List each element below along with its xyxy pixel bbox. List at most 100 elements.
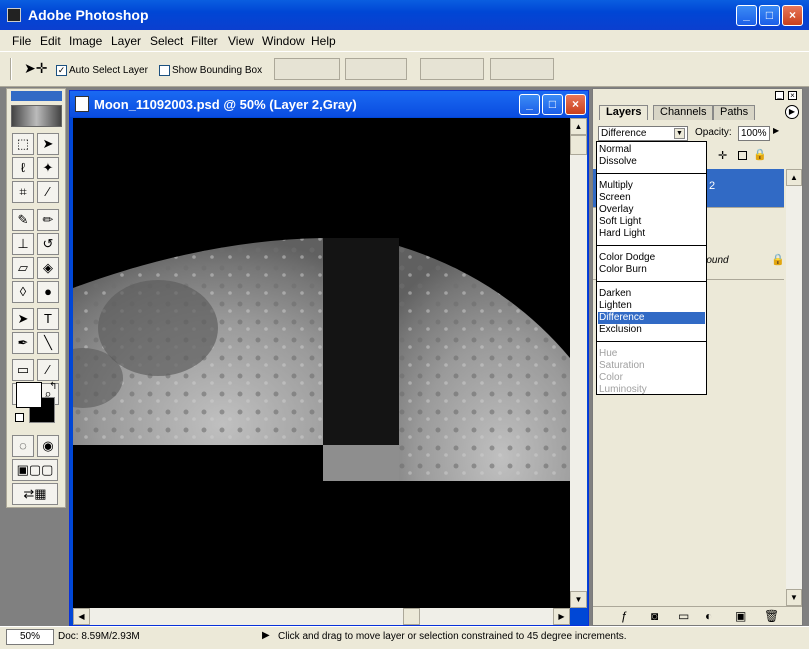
scroll-down-icon[interactable]: ▼: [570, 591, 587, 608]
lock-icon[interactable]: 🔒: [753, 148, 767, 161]
zoom-level-input[interactable]: 50%: [6, 629, 54, 645]
quick-mask-mode-icon[interactable]: ◉: [37, 435, 59, 457]
blend-option-lighten[interactable]: Lighten: [598, 300, 705, 312]
tab-paths[interactable]: Paths: [713, 105, 756, 120]
palette-minimize-icon[interactable]: _: [775, 91, 784, 100]
menu-edit[interactable]: Edit: [40, 34, 61, 48]
paint-bucket-icon[interactable]: ◈: [37, 257, 59, 279]
blend-option-exclusion[interactable]: Exclusion: [598, 324, 705, 336]
blend-option-dissolve[interactable]: Dissolve: [598, 156, 705, 168]
type-tool-icon[interactable]: T: [37, 308, 59, 330]
stamp-tool-icon[interactable]: ⊥: [12, 233, 34, 255]
standard-mode-icon[interactable]: ◌: [12, 435, 34, 457]
new-layer-icon[interactable]: ▣: [735, 609, 746, 623]
blend-option-soft-light[interactable]: Soft Light: [598, 216, 705, 228]
distribute-horizontal-group-icon[interactable]: [490, 58, 554, 80]
show-bounding-box-checkbox[interactable]: [159, 65, 170, 76]
screen-modes-icon[interactable]: ▣▢▢: [12, 459, 58, 481]
swap-colors-icon[interactable]: ↰: [49, 381, 57, 392]
options-grip[interactable]: [10, 58, 12, 80]
opacity-input[interactable]: 100%: [738, 126, 770, 141]
eraser-tool-icon[interactable]: ▱: [12, 257, 34, 279]
tab-layers[interactable]: Layers: [599, 105, 649, 120]
blend-option-normal[interactable]: Normal: [598, 144, 705, 156]
layers-scroll-down-icon[interactable]: ▼: [786, 589, 802, 606]
brush-tool-icon[interactable]: ✏: [37, 209, 59, 231]
adjustment-layer-icon[interactable]: ◐: [705, 609, 712, 623]
photoshop-eye-logo-icon[interactable]: [11, 105, 62, 127]
document-title-bar[interactable]: Moon_11092003.psd @ 50% (Layer 2,Gray) _…: [70, 91, 588, 117]
palette-close-icon[interactable]: ×: [788, 91, 797, 100]
blur-tool-icon[interactable]: ◊: [12, 281, 34, 303]
scroll-right-icon[interactable]: ▶: [553, 608, 570, 625]
marquee-tool-icon[interactable]: ⬚: [12, 133, 34, 155]
notes-tool-icon[interactable]: ▭: [12, 359, 34, 381]
image-canvas[interactable]: [73, 118, 570, 608]
chevron-down-icon[interactable]: ▼: [674, 128, 685, 139]
horizontal-scroll-thumb[interactable]: [403, 608, 420, 625]
align-top-group-icon[interactable]: [274, 58, 340, 80]
new-set-icon[interactable]: ▭: [678, 609, 689, 623]
menu-window[interactable]: Window: [262, 34, 305, 48]
doc-minimize-button[interactable]: _: [519, 94, 540, 115]
horizontal-scrollbar[interactable]: ◀ ▶: [73, 608, 570, 625]
slice-tool-icon[interactable]: ⁄: [37, 181, 59, 203]
menu-select[interactable]: Select: [150, 34, 183, 48]
eyedropper-icon[interactable]: ⁄: [37, 359, 59, 381]
menu-layer[interactable]: Layer: [111, 34, 141, 48]
blend-option-darken[interactable]: Darken: [598, 288, 705, 300]
healing-brush-icon[interactable]: ✎: [12, 209, 34, 231]
menu-view[interactable]: View: [228, 34, 254, 48]
maximize-button[interactable]: □: [759, 5, 780, 26]
blend-mode-select[interactable]: Difference ▼: [598, 126, 688, 141]
palette-title-bar[interactable]: _ ×: [593, 89, 802, 102]
line-tool-icon[interactable]: ╲: [37, 332, 59, 354]
layer-mask-icon[interactable]: ◙: [651, 609, 658, 623]
scroll-up-icon[interactable]: ▲: [570, 118, 587, 135]
toolbox-title-bar[interactable]: [11, 91, 62, 101]
close-button[interactable]: ×: [782, 5, 803, 26]
doc-maximize-button[interactable]: □: [542, 94, 563, 115]
lock-position-icon[interactable]: ✛: [718, 149, 727, 162]
pen-tool-icon[interactable]: ✒: [12, 332, 34, 354]
doc-close-button[interactable]: ×: [565, 94, 586, 115]
trash-icon[interactable]: 🗑: [764, 609, 779, 623]
menu-image[interactable]: Image: [69, 34, 102, 48]
menu-help[interactable]: Help: [311, 34, 336, 48]
scroll-left-icon[interactable]: ◀: [73, 608, 90, 625]
blend-mode-dropdown[interactable]: Normal Dissolve Multiply Screen Overlay …: [596, 141, 707, 395]
blend-option-color-dodge[interactable]: Color Dodge: [598, 252, 705, 264]
tab-channels[interactable]: Channels: [653, 105, 714, 120]
history-brush-icon[interactable]: ↺: [37, 233, 59, 255]
foreground-color-swatch[interactable]: [16, 382, 42, 408]
minimize-button[interactable]: _: [736, 5, 757, 26]
distribute-vertical-group-icon[interactable]: [420, 58, 484, 80]
palette-menu-arrow-icon[interactable]: ▶: [785, 105, 799, 119]
blend-option-screen[interactable]: Screen: [598, 192, 705, 204]
menu-file[interactable]: File: [12, 34, 31, 48]
blend-option-multiply[interactable]: Multiply: [598, 180, 705, 192]
default-colors-icon[interactable]: [15, 413, 24, 422]
layers-scrollbar[interactable]: ▲ ▼: [786, 169, 802, 606]
path-selection-icon[interactable]: ➤: [12, 308, 34, 330]
crop-tool-icon[interactable]: ⌗: [12, 181, 34, 203]
align-center-group-icon[interactable]: [345, 58, 407, 80]
doc-size-readout[interactable]: Doc: 8.59M/2.93M: [58, 631, 140, 642]
jump-to-imageready-icon[interactable]: ⇄▦: [12, 483, 58, 505]
opacity-slider-arrow-icon[interactable]: ▶: [773, 126, 779, 135]
photoshop-app-icon[interactable]: [7, 8, 21, 22]
vertical-scrollbar[interactable]: ▲ ▼: [570, 118, 587, 608]
layers-scroll-up-icon[interactable]: ▲: [786, 169, 802, 186]
status-arrow-icon[interactable]: ▶: [262, 630, 270, 641]
auto-select-layer-checkbox[interactable]: ✓: [56, 65, 67, 76]
blend-option-overlay[interactable]: Overlay: [598, 204, 705, 216]
dodge-tool-icon[interactable]: ●: [37, 281, 59, 303]
vertical-scroll-thumb[interactable]: [570, 135, 587, 155]
blend-option-color-burn[interactable]: Color Burn: [598, 264, 705, 276]
layer-style-icon[interactable]: ƒ: [621, 609, 628, 623]
lasso-tool-icon[interactable]: ℓ: [12, 157, 34, 179]
blend-option-difference[interactable]: Difference: [598, 312, 705, 324]
menu-filter[interactable]: Filter: [191, 34, 218, 48]
blend-option-hard-light[interactable]: Hard Light: [598, 228, 705, 240]
lock-all-checkbox[interactable]: [738, 151, 747, 160]
